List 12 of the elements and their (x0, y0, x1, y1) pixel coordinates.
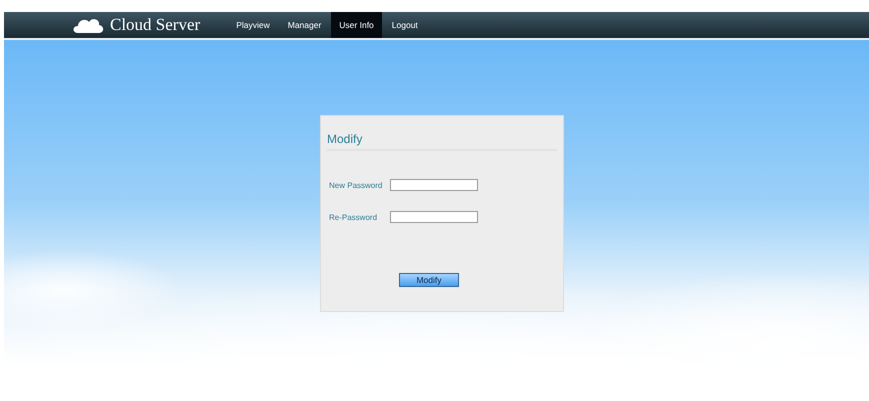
password-field[interactable] (390, 179, 478, 191)
nav-tab[interactable]: Logout (384, 12, 426, 38)
nav-tab[interactable]: Playview (228, 12, 278, 38)
nav-tab[interactable]: User Info (331, 12, 382, 38)
nav-tab[interactable]: Manager (280, 12, 330, 38)
panel-title: Modify (327, 132, 364, 146)
modify-button[interactable]: Modify (399, 273, 459, 287)
password-field[interactable] (390, 211, 478, 223)
field-label: Re-Password (329, 212, 378, 222)
cloud-icon (72, 16, 104, 34)
app-title: Cloud Server (110, 15, 200, 35)
field-label: New Password (329, 180, 384, 190)
